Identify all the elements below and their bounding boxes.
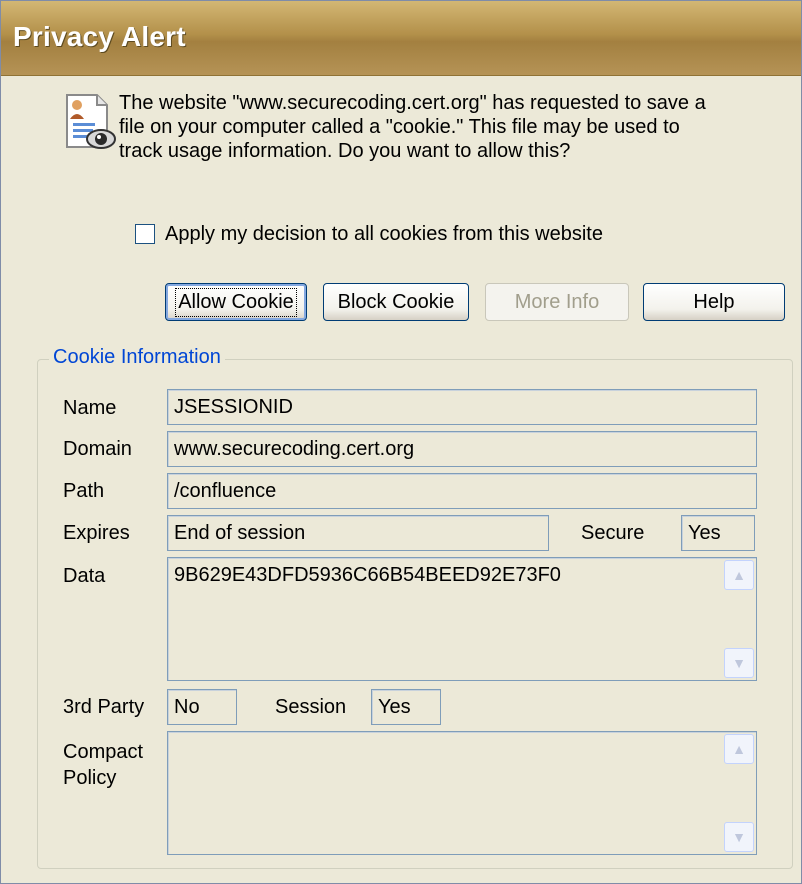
allow-cookie-button[interactable]: Allow Cookie: [165, 283, 307, 321]
path-field[interactable]: /confluence: [167, 473, 757, 509]
secure-field[interactable]: Yes: [681, 515, 755, 551]
scroll-up-arrow-icon[interactable]: ▲: [724, 734, 754, 764]
domain-field[interactable]: www.securecoding.cert.org: [167, 431, 757, 467]
session-field[interactable]: Yes: [371, 689, 441, 725]
third-party-field[interactable]: No: [167, 689, 237, 725]
privacy-report-icon: [66, 94, 116, 149]
window-title: Privacy Alert: [13, 21, 186, 52]
scroll-up-arrow-icon[interactable]: ▲: [724, 560, 754, 590]
secure-label: Secure: [581, 522, 645, 544]
block-cookie-button[interactable]: Block Cookie: [323, 283, 469, 321]
compact-policy-scrollbar[interactable]: ▲ ▼: [724, 734, 754, 852]
privacy-alert-dialog: Privacy Alert The website "www.securecod…: [0, 0, 802, 884]
compact-policy-label: Compact Policy: [63, 741, 144, 789]
expires-label: Expires: [63, 522, 130, 544]
alert-message: The website "www.securecoding.cert.org" …: [119, 92, 706, 162]
apply-decision-label[interactable]: Apply my decision to all cookies from th…: [165, 223, 603, 246]
session-label: Session: [275, 696, 347, 718]
data-scrollbar[interactable]: ▲ ▼: [724, 560, 754, 678]
domain-label: Domain: [63, 438, 132, 460]
apply-decision-row[interactable]: Apply my decision to all cookies from th…: [135, 221, 603, 247]
data-value: 9B629E43DFD5936C66B54BEED92E73F0: [174, 564, 561, 586]
scroll-down-arrow-icon[interactable]: ▼: [724, 822, 754, 852]
name-label: Name: [63, 397, 117, 419]
name-field[interactable]: JSESSIONID: [167, 389, 757, 425]
path-label: Path: [63, 480, 105, 502]
title-bar[interactable]: Privacy Alert: [1, 1, 801, 76]
data-field[interactable]: 9B629E43DFD5936C66B54BEED92E73F0 ▲ ▼: [167, 557, 757, 681]
cookie-information-title: Cookie Information: [49, 346, 225, 369]
expires-field[interactable]: End of session: [167, 515, 549, 551]
more-info-button[interactable]: More Info: [485, 283, 629, 321]
help-button[interactable]: Help: [643, 283, 785, 321]
apply-decision-checkbox[interactable]: [135, 224, 155, 244]
scroll-down-arrow-icon[interactable]: ▼: [724, 648, 754, 678]
third-party-label: 3rd Party: [63, 696, 145, 718]
data-label: Data: [63, 565, 106, 587]
compact-policy-field[interactable]: ▲ ▼: [167, 731, 757, 855]
